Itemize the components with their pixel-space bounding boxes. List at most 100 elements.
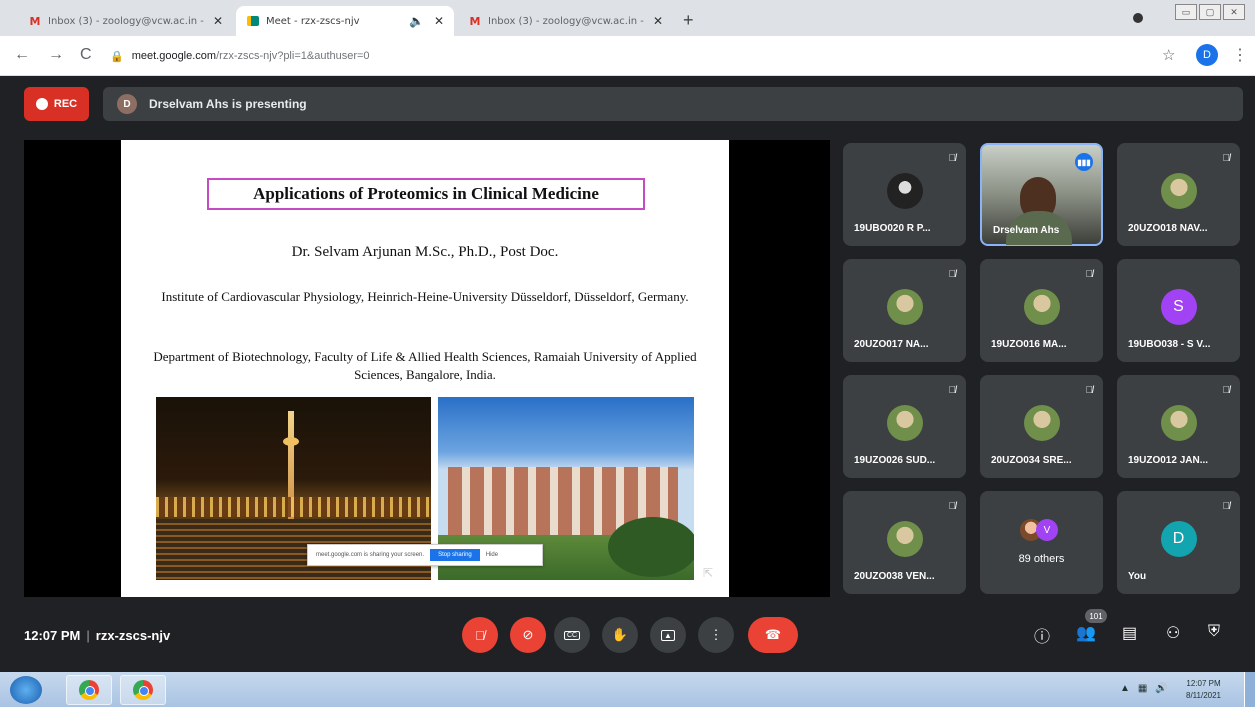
taskbar-chrome-2[interactable] (120, 675, 166, 705)
bookmark-star-icon[interactable]: ☆ (1162, 46, 1175, 64)
browser-menu-icon[interactable]: ⋮ (1232, 45, 1248, 65)
close-tab-icon[interactable]: ✕ (653, 14, 663, 28)
minimize-icon[interactable]: ▭ (1175, 4, 1197, 20)
tab-inbox-1[interactable]: M Inbox (3) - zoology@vcw.ac.in - ✕ (18, 6, 233, 36)
new-tab-icon[interactable]: + (683, 10, 694, 31)
participant-tile-others[interactable]: V 89 others (980, 491, 1103, 594)
url-host: meet.google.com (131, 50, 217, 62)
slide-author: Dr. Selvam Arjunan M.Sc., Ph.D., Post Do… (291, 244, 559, 260)
presenting-text: Drselvam Ahs is presenting (149, 97, 307, 111)
tab-inbox-2[interactable]: M Inbox (3) - zoology@vcw.ac.in - ✕ (458, 6, 673, 36)
participant-tile[interactable]: S 19UBO038 - S V... (1117, 259, 1240, 362)
participant-avatar (886, 288, 923, 325)
hide-button[interactable]: Hide (486, 552, 498, 558)
tree-shape (608, 517, 694, 577)
window-controls: ▭ ▢ ✕ (1175, 4, 1245, 20)
meeting-info-icon[interactable]: ⓘ (1034, 623, 1050, 647)
back-icon[interactable]: ← (14, 46, 30, 64)
close-window-icon[interactable]: ✕ (1223, 4, 1245, 20)
taskbar-chrome-1[interactable] (66, 675, 112, 705)
forward-icon[interactable]: → (48, 46, 64, 64)
participant-name: 19UBO038 - S V... (1128, 339, 1211, 350)
gmail-icon: M (29, 14, 41, 28)
host-controls-icon[interactable]: ⛨ (1208, 623, 1220, 641)
participant-tile[interactable]: 🎙̸ 19UZO012 JAN... (1117, 375, 1240, 478)
present-button[interactable]: ▲ (650, 617, 686, 653)
tower-top-shape (283, 437, 299, 446)
chrome-icon (79, 680, 99, 700)
participant-name: 89 others (1018, 553, 1065, 565)
participant-name: Drselvam Ahs (993, 225, 1060, 236)
tray-arrow-icon[interactable]: ▲ (1120, 683, 1130, 694)
maximize-icon[interactable]: ▢ (1199, 4, 1221, 20)
mic-off-icon: 🎙̸ (1085, 269, 1094, 280)
tab-label: Meet - rzx-zscs-njv (266, 15, 360, 27)
participant-name: 19UZO016 MA... (991, 339, 1067, 350)
mic-off-button[interactable]: 🎙̸ (462, 617, 498, 653)
tab-label: Inbox (3) - zoology@vcw.ac.in - (48, 15, 204, 27)
more-vert-icon: ⋮ (709, 627, 723, 642)
hand-icon: ✋ (611, 627, 629, 642)
participant-tile[interactable]: 🎙̸ 19UZO016 MA... (980, 259, 1103, 362)
slide-affiliation-1: Institute of Cardiovascular Physiology, … (161, 289, 689, 304)
participant-tile[interactable]: 🎙̸ 20UZO038 VEN... (843, 491, 966, 594)
tab-meet[interactable]: Meet - rzx-zscs-njv 🔈 ✕ (236, 6, 454, 36)
meeting-code: rzx-zscs-njv (95, 628, 171, 643)
volume-icon[interactable]: 🔊 (1155, 683, 1167, 694)
participant-name: 20UZO017 NA... (854, 339, 929, 350)
slide-title: Applications of Proteomics in Clinical M… (207, 178, 645, 210)
participant-avatar (886, 520, 923, 557)
taskbar-clock[interactable]: 12:07 PM 8/11/2021 (1186, 678, 1221, 702)
mic-off-icon: 🎙̸ (475, 627, 485, 643)
presentation-slide: Applications of Proteomics in Clinical M… (121, 140, 729, 597)
close-tab-icon[interactable]: ✕ (213, 14, 223, 28)
participant-name: 19UZO026 SUD... (854, 455, 936, 466)
gmail-icon: M (469, 14, 481, 28)
participant-tile-active-speaker[interactable]: ▮▮▮ Drselvam Ahs (980, 143, 1103, 246)
raise-hand-button[interactable]: ✋ (602, 617, 638, 653)
participant-name: 20UZO018 NAV... (1128, 223, 1208, 234)
participant-tile[interactable]: 🎙̸ 20UZO034 SRE... (980, 375, 1103, 478)
participant-avatar (1160, 404, 1197, 441)
meet-icon (246, 15, 260, 27)
record-dot-icon (35, 98, 48, 110)
participant-avatar (1023, 404, 1060, 441)
close-tab-icon[interactable]: ✕ (434, 14, 444, 28)
record-indicator-icon (1133, 13, 1143, 23)
clock-date: 8/11/2021 (1186, 691, 1221, 700)
participant-tile[interactable]: 🎙̸ 19UZO026 SUD... (843, 375, 966, 478)
participant-name: You (1128, 571, 1147, 582)
people-icon[interactable]: 👥 (1076, 623, 1096, 643)
participant-tile[interactable]: 🎙̸ 20UZO017 NA... (843, 259, 966, 362)
camera-off-button[interactable]: ⊘ (510, 617, 546, 653)
stop-sharing-button[interactable]: Stop sharing (430, 549, 480, 561)
participant-name: 19UBO020 R P... (854, 223, 931, 234)
activities-icon[interactable]: ⚇ (1166, 623, 1180, 643)
rec-label: REC (53, 98, 78, 110)
mic-off-icon: 🎙̸ (948, 501, 957, 512)
show-desktop-button[interactable] (1244, 672, 1255, 707)
participant-tile[interactable]: 🎙̸ 20UZO018 NAV... (1117, 143, 1240, 246)
mic-off-icon: 🎙̸ (1085, 385, 1094, 396)
network-icon[interactable]: ▦ (1138, 683, 1147, 694)
windows-start-icon[interactable] (10, 676, 42, 704)
address-bar: ← → C 🔒 meet.google.com /rzx-zscs-njv?pl… (0, 36, 1255, 76)
participant-tile[interactable]: 🎙̸ 19UBO020 R P... (843, 143, 966, 246)
presenting-banner: D Drselvam Ahs is presenting (103, 87, 1243, 121)
mic-off-icon: 🎙̸ (948, 153, 957, 164)
participant-tile-self[interactable]: 🎙̸ D You (1117, 491, 1240, 594)
clock-time: 12:07 PM (1186, 679, 1221, 688)
more-options-button[interactable]: ⋮ (698, 617, 734, 653)
url-path: /rzx-zscs-njv?pli=1&authuser=0 (216, 50, 370, 62)
profile-avatar[interactable]: D (1196, 44, 1218, 66)
url-field[interactable]: 🔒 meet.google.com /rzx-zscs-njv?pli=1&au… (110, 42, 1140, 70)
system-tray: ▲ ▦ 🔊 (1120, 683, 1168, 694)
mic-off-icon: 🎙̸ (948, 385, 957, 396)
reload-icon[interactable]: C (80, 46, 92, 64)
chrome-icon (133, 680, 153, 700)
captions-button[interactable]: CC (554, 617, 590, 653)
separator: | (86, 628, 90, 643)
city-lights (156, 497, 431, 517)
leave-call-button[interactable]: ☎ (748, 617, 798, 653)
chat-icon[interactable]: ▤ (1122, 623, 1137, 643)
